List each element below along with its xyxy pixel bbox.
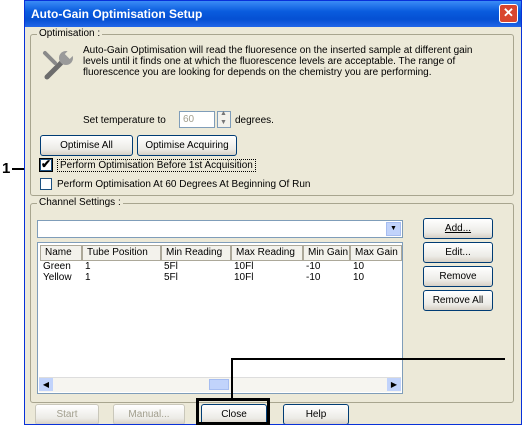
dialog-window: Auto-Gain Optimisation Setup ✕ Optimisat… xyxy=(24,0,522,425)
channel-dropdown[interactable]: ▼ xyxy=(37,220,403,238)
close-highlight xyxy=(196,398,270,425)
table-row[interactable]: Green 1 5Fl 10Fl -10 10 xyxy=(38,262,402,273)
column-header-min-reading[interactable]: Min Reading xyxy=(161,245,231,261)
callout-2-line-horizontal xyxy=(231,358,505,360)
cell-tube-position: 1 xyxy=(85,261,91,272)
optimise-all-button[interactable]: Optimise All xyxy=(40,135,133,156)
cell-min-reading: 5Fl xyxy=(164,261,178,272)
window-title: Auto-Gain Optimisation Setup xyxy=(31,7,203,21)
cell-tube-position: 1 xyxy=(85,272,91,283)
cell-min-gain: -10 xyxy=(306,261,321,272)
remove-button-label: Remove xyxy=(439,271,477,282)
wrench-icon xyxy=(43,49,75,80)
remove-button[interactable]: Remove xyxy=(423,266,493,287)
optimisation-group-label: Optimisation : xyxy=(37,28,103,39)
temperature-spinner[interactable]: ▲ ▼ xyxy=(217,110,231,128)
manual-button[interactable]: Manual... xyxy=(113,404,185,424)
cell-name: Yellow xyxy=(43,272,72,283)
cell-name: Green xyxy=(43,261,71,272)
horizontal-scrollbar[interactable]: ◀ ▶ xyxy=(39,377,401,392)
optimise-at-60-label[interactable]: Perform Optimisation At 60 Degrees At Be… xyxy=(57,179,310,190)
spin-down-icon[interactable]: ▼ xyxy=(220,119,227,126)
cell-max-gain: 10 xyxy=(353,272,365,283)
table-row[interactable]: Yellow 1 5Fl 10Fl -10 10 xyxy=(38,273,402,284)
column-header-max-gain[interactable]: Max Gain xyxy=(350,245,402,261)
edit-button-label: Edit... xyxy=(445,247,471,258)
temperature-value: 60 xyxy=(183,114,195,125)
cell-max-reading: 10Fl xyxy=(234,261,254,272)
scroll-right-icon[interactable]: ▶ xyxy=(387,378,401,391)
degrees-label: degrees. xyxy=(235,115,274,126)
cell-min-gain: -10 xyxy=(306,272,321,283)
cell-max-gain: 10 xyxy=(353,261,365,272)
optimisation-group: Optimisation : Auto-Gain Optimisation wi… xyxy=(30,28,514,196)
edit-button[interactable]: Edit... xyxy=(423,242,493,263)
channel-settings-group-label: Channel Settings : xyxy=(37,197,123,208)
optimise-before-acquisition-label[interactable]: Perform Optimisation Before 1st Acquisit… xyxy=(57,159,256,172)
checkmark-icon: ✔ xyxy=(41,157,52,171)
callout-2-line-vertical xyxy=(231,359,233,399)
column-header-max-reading[interactable]: Max Reading xyxy=(231,245,303,261)
spin-up-icon[interactable]: ▲ xyxy=(220,110,227,117)
column-header-min-gain[interactable]: Min Gain xyxy=(303,245,350,261)
callout-1-label: 1 xyxy=(2,160,11,177)
column-header-name[interactable]: Name xyxy=(40,245,82,261)
optimise-acquiring-button[interactable]: Optimise Acquiring xyxy=(137,135,237,156)
set-temperature-label: Set temperature to xyxy=(83,115,166,126)
close-window-icon[interactable]: ✕ xyxy=(499,4,518,23)
channel-settings-group: Channel Settings : ▼ Name Tube Position … xyxy=(30,197,514,403)
start-button[interactable]: Start xyxy=(35,404,99,424)
optimisation-description: Auto-Gain Optimisation will read the flu… xyxy=(83,45,473,78)
remove-all-button-label: Remove All xyxy=(432,295,484,306)
remove-all-button[interactable]: Remove All xyxy=(423,290,493,311)
add-button[interactable]: Add... xyxy=(423,218,493,239)
cell-max-reading: 10Fl xyxy=(234,272,254,283)
scroll-left-icon[interactable]: ◀ xyxy=(39,378,53,391)
optimise-before-acquisition-checkbox[interactable]: ✔ xyxy=(40,157,52,171)
cell-min-reading: 5Fl xyxy=(164,272,178,283)
dropdown-arrow-icon[interactable]: ▼ xyxy=(386,222,401,236)
add-button-label: Add... xyxy=(444,223,472,234)
help-button[interactable]: Help xyxy=(283,404,349,424)
temperature-input[interactable]: 60 xyxy=(179,111,215,128)
column-header-tube-position[interactable]: Tube Position xyxy=(82,245,161,261)
scroll-thumb[interactable] xyxy=(209,379,229,390)
optimise-at-60-checkbox[interactable] xyxy=(40,178,52,190)
channel-list[interactable]: Name Tube Position Min Reading Max Readi… xyxy=(37,242,403,394)
title-bar: Auto-Gain Optimisation Setup ✕ xyxy=(25,1,521,27)
